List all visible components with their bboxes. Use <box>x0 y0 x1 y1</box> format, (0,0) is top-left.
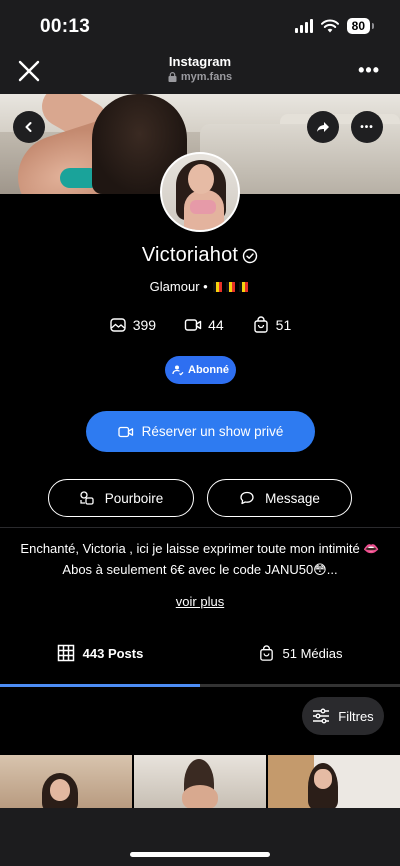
chat-bubble-icon <box>240 491 254 505</box>
tab-media-label: 51 Médias <box>282 645 343 661</box>
profile-tagline: Glamour • <box>0 279 400 294</box>
browser-header: Instagram mym.fans ••• <box>0 50 400 94</box>
see-more-link[interactable]: voir plus <box>0 594 400 609</box>
sliders-icon <box>313 708 330 724</box>
home-indicator <box>130 852 270 857</box>
bottom-bar <box>0 808 400 866</box>
posts-grid <box>0 755 400 808</box>
tip-label: Pourboire <box>104 490 164 506</box>
tab-posts[interactable]: 443 Posts <box>0 638 200 668</box>
post-thumbnail[interactable] <box>0 755 132 808</box>
belgium-flag-icon <box>226 282 236 292</box>
belgium-flag-icon <box>213 282 223 292</box>
profile-name-row: Victoriahot <box>0 244 400 267</box>
cover-more-button[interactable]: ••• <box>351 111 383 143</box>
post-thumbnail[interactable] <box>134 755 266 808</box>
stat-photos-value: 399 <box>132 317 157 333</box>
profile-bio: Enchanté, Victoria , ici je laisse expri… <box>0 538 400 580</box>
stat-videos-value: 44 <box>208 317 224 333</box>
profile-name: Victoriahot <box>141 244 239 266</box>
stat-media-value: 51 <box>275 317 292 333</box>
shopping-bag-icon <box>253 316 268 333</box>
bio-line-1: Enchanté, Victoria , ici je laisse expri… <box>20 541 380 556</box>
tab-indicator <box>0 684 400 687</box>
message-button[interactable]: Message <box>207 479 352 517</box>
bio-line-2: Abos à seulement 6€ avec le code JANU50😳… <box>62 562 338 577</box>
more-options-icon[interactable]: ••• <box>358 60 380 81</box>
post-thumbnail[interactable] <box>268 755 400 808</box>
browser-title: Instagram <box>168 54 232 69</box>
grid-icon <box>57 644 74 662</box>
chevron-left-icon <box>25 122 32 132</box>
belgium-flag-icon <box>239 282 249 292</box>
tab-media[interactable]: 51 Médias <box>200 638 400 668</box>
user-check-icon <box>172 365 184 376</box>
profile-stats: 399 44 51 <box>0 316 400 334</box>
content-tabs: 443 Posts 51 Médias <box>0 638 400 668</box>
battery-indicator: 80 <box>346 18 375 34</box>
tagline-text: Glamour • <box>149 279 208 294</box>
lock-icon <box>168 72 177 82</box>
stat-media: 51 <box>252 316 292 334</box>
browser-url: mym.fans <box>0 71 400 83</box>
cellular-signal-icon <box>294 19 313 33</box>
back-button[interactable] <box>13 111 45 143</box>
message-label: Message <box>265 490 320 506</box>
stat-photos: 399 <box>109 316 156 334</box>
stat-videos: 44 <box>184 316 224 334</box>
photo-stack-icon <box>110 318 126 332</box>
subscribed-label: Abonné <box>188 364 229 376</box>
filters-label: Filtres <box>338 708 374 724</box>
wifi-icon <box>320 19 339 33</box>
subscribed-button[interactable]: Abonné <box>165 356 236 384</box>
share-arrow-icon <box>317 122 329 132</box>
video-camera-icon <box>184 319 202 331</box>
filters-button[interactable]: Filtres <box>302 697 384 735</box>
tip-button[interactable]: Pourboire <box>48 479 194 517</box>
ellipsis-icon: ••• <box>360 121 374 133</box>
status-bar: 00:13 80 <box>0 0 400 50</box>
avatar[interactable] <box>160 152 240 232</box>
browser-title-block: Instagram mym.fans <box>0 54 400 83</box>
shopping-bag-icon <box>259 644 273 661</box>
verified-badge-icon <box>242 248 258 263</box>
share-button[interactable] <box>307 111 339 143</box>
video-camera-icon <box>117 426 133 437</box>
status-icons: 80 <box>294 18 375 34</box>
divider <box>0 527 400 528</box>
browser-url-text: mym.fans <box>180 71 233 83</box>
book-private-show-label: Réserver un show privé <box>141 424 284 439</box>
book-private-show-button[interactable]: Réserver un show privé <box>86 411 315 452</box>
tab-posts-label: 443 Posts <box>82 645 144 661</box>
tip-coins-icon <box>80 491 94 505</box>
status-time: 00:13 <box>40 16 91 37</box>
